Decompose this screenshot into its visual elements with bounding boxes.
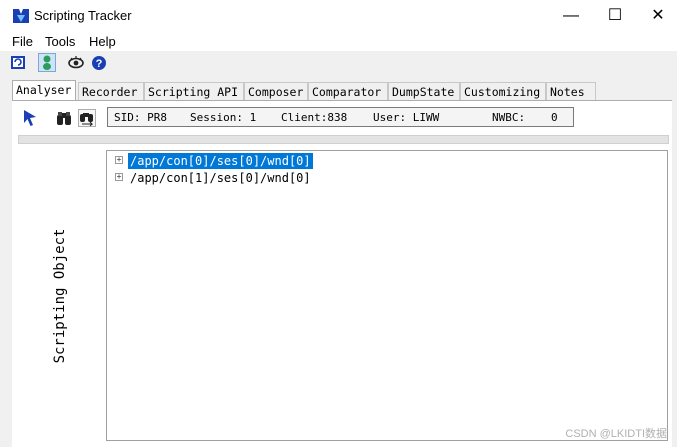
app-window: Scripting Tracker — ☐ ✕ File Tools Help … <box>0 0 677 448</box>
menu-help[interactable]: Help <box>89 34 116 49</box>
binoculars-icon[interactable] <box>56 109 72 127</box>
tab-dumpstate[interactable]: DumpState <box>388 82 460 100</box>
session-value: Session: 1 <box>190 111 257 124</box>
menu-bar: File Tools Help <box>0 31 677 51</box>
main-toolbar: ? <box>0 51 677 75</box>
refresh-icon[interactable] <box>10 54 26 71</box>
tree-node-label[interactable]: /app/con[1]/ses[0]/wnd[0] <box>128 170 313 186</box>
tab-scripting-api[interactable]: Scripting API <box>144 82 244 100</box>
expand-plus-icon[interactable]: + <box>115 156 123 164</box>
scripting-object-label: Scripting Object <box>52 228 68 364</box>
client-value: Client:838 <box>281 111 348 124</box>
eye-icon[interactable] <box>68 54 84 71</box>
help-icon[interactable]: ? <box>91 54 107 71</box>
tab-customizing[interactable]: Customizing <box>460 82 546 100</box>
pointer-select-icon[interactable] <box>22 109 38 127</box>
watermark-text: CSDN @LKIDTI数据 <box>565 428 667 440</box>
tab-strip: Analyser Recorder Scripting API Composer… <box>12 80 672 101</box>
maximize-button[interactable]: ☐ <box>592 0 638 31</box>
menu-tools[interactable]: Tools <box>45 34 75 49</box>
splitter-bar[interactable] <box>18 135 669 144</box>
tab-analyser[interactable]: Analyser <box>12 80 76 101</box>
nwbc-value: 0 <box>551 111 558 124</box>
tab-notes[interactable]: Notes <box>546 82 596 100</box>
user-value: User: LIWW <box>373 111 440 124</box>
side-panel: Scripting Object <box>18 151 102 441</box>
menu-file[interactable]: File <box>12 34 33 49</box>
svg-text:?: ? <box>96 58 103 70</box>
title-bar[interactable]: Scripting Tracker — ☐ ✕ <box>0 0 677 31</box>
sid-value: SID: PR8 <box>114 111 167 124</box>
tab-recorder[interactable]: Recorder <box>78 82 144 100</box>
expand-plus-icon[interactable]: + <box>115 173 123 181</box>
analyser-panel: SID: PR8 Session: 1 Client:838 User: LIW… <box>12 100 672 448</box>
minimize-button[interactable]: — <box>548 0 594 31</box>
tree-node-label[interactable]: /app/con[0]/ses[0]/wnd[0] <box>128 153 313 169</box>
tab-comparator[interactable]: Comparator <box>308 82 388 100</box>
nwbc-label: NWBC: <box>492 111 526 124</box>
window-title: Scripting Tracker <box>34 8 132 23</box>
close-button[interactable]: ✕ <box>635 0 677 31</box>
tab-composer[interactable]: Composer <box>244 82 308 100</box>
person-icon[interactable] <box>38 53 56 72</box>
session-info-bar: SID: PR8 Session: 1 Client:838 User: LIW… <box>107 107 574 127</box>
find-next-icon[interactable] <box>78 109 96 127</box>
app-logo-icon <box>13 9 29 23</box>
object-tree[interactable]: + /app/con[0]/ses[0]/wnd[0] + /app/con[1… <box>106 150 668 441</box>
